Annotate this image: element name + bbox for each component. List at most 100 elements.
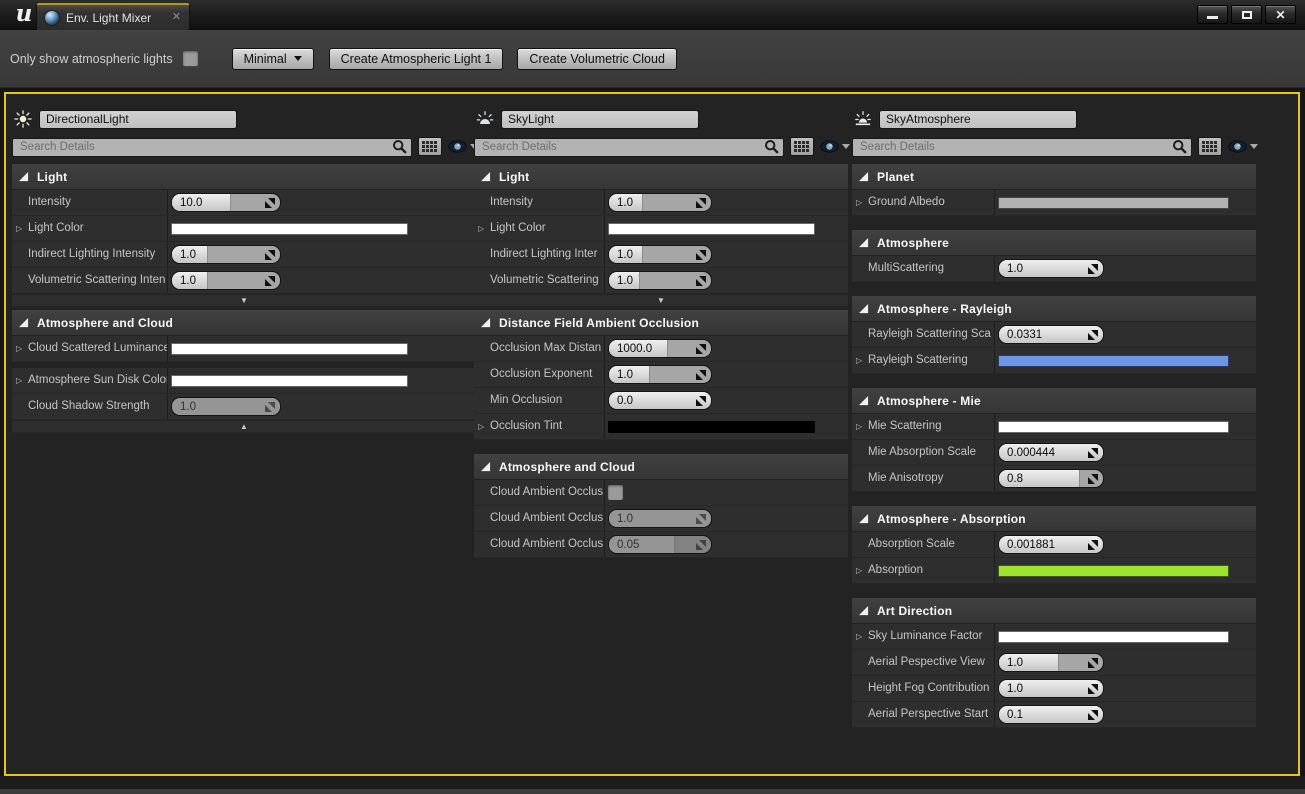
numeric-input-occlusion-max-distan[interactable]: 1000.0 <box>608 339 712 358</box>
color-swatch-occlusion-tint[interactable] <box>608 421 815 433</box>
numeric-input-min-occlusion[interactable]: 0.0 <box>608 391 712 410</box>
directional-light-search-input[interactable] <box>12 138 412 157</box>
section-title: Atmosphere - Rayleigh <box>877 302 1012 316</box>
sky-light-grid-view-button[interactable] <box>790 137 814 156</box>
expander-arrow-icon[interactable]: ▷ <box>16 216 22 241</box>
maximize-button[interactable] <box>1231 5 1262 24</box>
section-header-light[interactable]: Light <box>474 164 848 190</box>
numeric-input-height-fog-contribution[interactable]: 1.0 <box>998 679 1104 698</box>
expander-arrow-icon[interactable]: ▷ <box>478 216 484 241</box>
color-swatch-absorption[interactable] <box>998 565 1229 577</box>
details-panel-sky-light: LightIntensity1.0▷Light ColorIndirect Li… <box>474 94 848 774</box>
property-value <box>995 348 1256 373</box>
property-label: Aerial Pespective View <box>852 650 995 675</box>
numeric-input-indirect-lighting-intensity[interactable]: 1.0 <box>171 245 281 264</box>
color-swatch-atmosphere-sun-disk-color[interactable] <box>171 375 408 387</box>
section-expanded-icon <box>859 396 869 406</box>
minimal-dropdown-label: Minimal <box>244 52 287 66</box>
directional-light-search-box <box>12 137 412 156</box>
section-header-atmosphere-rayleigh[interactable]: Atmosphere - Rayleigh <box>852 296 1256 322</box>
expander-arrow-icon[interactable]: ▷ <box>478 414 484 439</box>
minimal-dropdown-button[interactable]: Minimal <box>232 48 314 70</box>
expander-arrow-icon[interactable]: ▷ <box>856 348 862 373</box>
property-row-min-occlusion: Min Occlusion0.0 <box>474 388 848 414</box>
numeric-input-aerial-pespective-view[interactable]: 1.0 <box>998 653 1104 672</box>
expander-arrow-icon[interactable]: ▷ <box>856 414 862 439</box>
numeric-input-rayleigh-scattering-sca[interactable]: 0.0331 <box>998 325 1104 344</box>
numeric-input-aerial-perspective-start[interactable]: 0.1 <box>998 705 1104 724</box>
sky-atmosphere-grid-view-button[interactable] <box>1198 137 1222 156</box>
color-swatch-mie-scattering[interactable] <box>998 421 1229 433</box>
section-atmosphere-rayleigh: Atmosphere - RayleighRayleigh Scattering… <box>852 296 1256 374</box>
color-swatch-light-color[interactable] <box>608 223 815 235</box>
section-header-atmosphere-absorption[interactable]: Atmosphere - Absorption <box>852 506 1256 532</box>
expander-arrow-icon[interactable]: ▷ <box>856 624 862 649</box>
section-atmosphere-and-cloud: Atmosphere and CloudCloud Ambient Occlus… <box>474 454 848 558</box>
color-swatch-cloud-scattered-luminance[interactable] <box>171 343 408 355</box>
sky-atmosphere-sections: Planet▷Ground AlbedoAtmosphereMultiScatt… <box>852 164 1256 728</box>
close-icon: ✕ <box>1275 9 1285 21</box>
sky-light-search-box <box>474 137 784 156</box>
directional-light-name-field[interactable] <box>39 110 237 129</box>
numeric-input-intensity[interactable]: 1.0 <box>608 193 712 212</box>
numeric-input-mie-anisotropy[interactable]: 0.8 <box>998 469 1104 488</box>
property-value: 0.8 <box>995 466 1256 491</box>
numeric-input-volumetric-scattering[interactable]: 1.0 <box>608 271 712 290</box>
minimize-button[interactable] <box>1197 5 1228 24</box>
directional-light-grid-view-button[interactable] <box>418 137 442 156</box>
collapse-bar[interactable]: ▲ <box>12 420 476 433</box>
color-swatch-ground-albedo[interactable] <box>998 197 1229 209</box>
section-title: Light <box>37 170 67 184</box>
create-volumetric-cloud-button[interactable]: Create Volumetric Cloud <box>517 48 676 70</box>
expand-more-bar[interactable]: ▼ <box>474 294 848 307</box>
sky-light-name-field[interactable] <box>501 110 699 129</box>
sky-atmosphere-name-field[interactable] <box>879 110 1077 129</box>
section-expanded-icon <box>19 318 29 328</box>
section-header-atmosphere-and-cloud[interactable]: Atmosphere and Cloud <box>474 454 848 480</box>
property-value <box>995 414 1256 439</box>
property-row-intensity: Intensity1.0 <box>474 190 848 216</box>
tab-close-icon[interactable]: ✕ <box>172 12 181 23</box>
sky-atmosphere-search-input[interactable] <box>852 138 1192 157</box>
sky-light-visibility-button[interactable] <box>820 140 848 153</box>
property-label: Volumetric Scattering Inten <box>12 268 168 293</box>
numeric-input-volumetric-scattering-inten[interactable]: 1.0 <box>171 271 281 290</box>
section-expanded-icon <box>859 514 869 524</box>
expander-arrow-icon[interactable]: ▷ <box>856 558 862 583</box>
section-header-art-direction[interactable]: Art Direction <box>852 598 1256 624</box>
color-swatch-rayleigh-scattering[interactable] <box>998 355 1229 367</box>
close-button[interactable]: ✕ <box>1265 5 1296 24</box>
section-header-atmosphere[interactable]: Atmosphere <box>852 230 1256 256</box>
sky-atmosphere-visibility-button[interactable] <box>1228 140 1256 153</box>
color-swatch-sky-luminance-factor[interactable] <box>998 631 1229 643</box>
property-label: MultiScattering <box>852 256 995 281</box>
numeric-value: 10.0 <box>180 194 202 212</box>
slider-drag-icon <box>1088 684 1098 694</box>
numeric-input-mie-absorption-scale[interactable]: 0.000444 <box>998 443 1104 462</box>
checkbox-cloud-ambient-occlus[interactable] <box>608 485 623 500</box>
numeric-input-absorption-scale[interactable]: 0.001881 <box>998 535 1104 554</box>
expander-arrow-icon[interactable]: ▷ <box>16 336 22 361</box>
section-header-light[interactable]: Light <box>12 164 476 190</box>
numeric-input-multiscattering[interactable]: 1.0 <box>998 259 1104 278</box>
section-header-atmosphere-mie[interactable]: Atmosphere - Mie <box>852 388 1256 414</box>
numeric-input-indirect-lighting-inter[interactable]: 1.0 <box>608 245 712 264</box>
numeric-input-intensity[interactable]: 10.0 <box>171 193 281 212</box>
section-header-atmosphere-and-cloud[interactable]: Atmosphere and Cloud <box>12 310 476 336</box>
section-header-planet[interactable]: Planet <box>852 164 1256 190</box>
slider-drag-icon <box>1088 330 1098 340</box>
expand-more-bar[interactable]: ▼ <box>12 294 476 307</box>
section-expanded-icon <box>19 172 29 182</box>
section-header-distance-field-ambient-occlusion[interactable]: Distance Field Ambient Occlusion <box>474 310 848 336</box>
create-atmospheric-light-button[interactable]: Create Atmospheric Light 1 <box>329 48 504 70</box>
only-show-atmospheric-lights-checkbox[interactable] <box>183 51 198 66</box>
numeric-value: 0.05 <box>617 536 639 554</box>
sky-light-search-input[interactable] <box>474 138 784 157</box>
expander-arrow-icon[interactable]: ▷ <box>16 368 22 393</box>
expander-arrow-icon[interactable]: ▷ <box>856 190 862 215</box>
directional-light-visibility-button[interactable] <box>448 140 476 153</box>
tab-env-light-mixer[interactable]: Env. Light Mixer ✕ <box>36 3 190 30</box>
color-swatch-light-color[interactable] <box>171 223 408 235</box>
property-row-volumetric-scattering-inten: Volumetric Scattering Inten1.0 <box>12 268 476 294</box>
numeric-input-occlusion-exponent[interactable]: 1.0 <box>608 365 712 384</box>
